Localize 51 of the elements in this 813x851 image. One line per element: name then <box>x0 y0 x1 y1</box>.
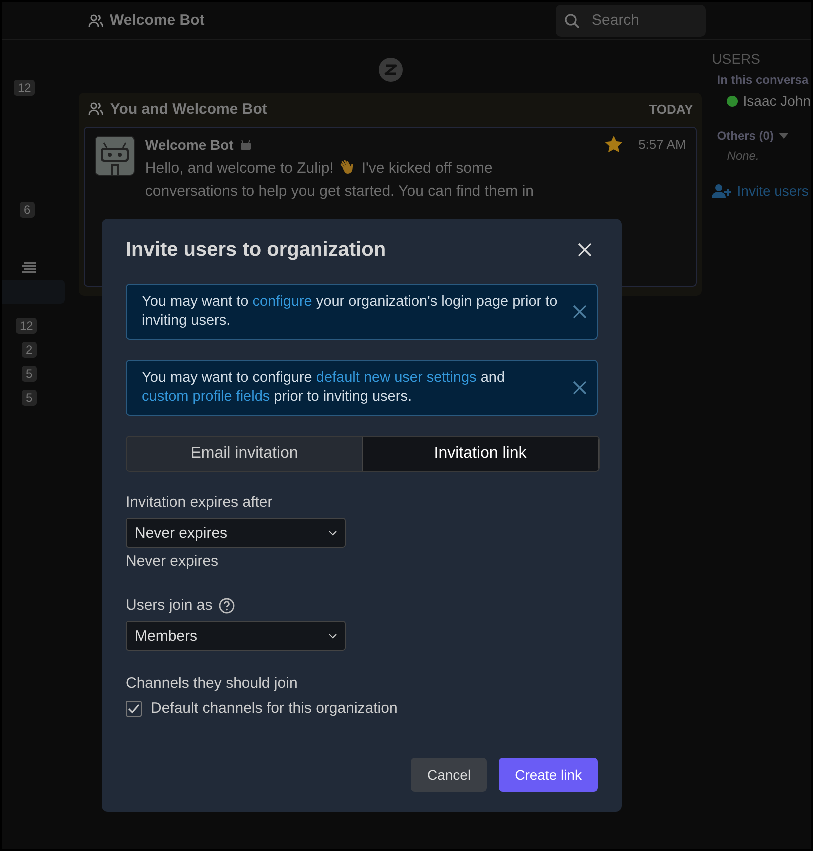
create-link-button[interactable]: Create link <box>499 758 598 792</box>
users-icon <box>88 101 104 117</box>
users-heading: USERS <box>712 51 761 67</box>
add-user-icon[interactable] <box>712 184 732 198</box>
unread-count: 6 <box>20 202 35 218</box>
banner-text: You may want to configure default new user settings and custom profile fields prior to inviting users. <box>142 369 506 407</box>
conversation-heading: You and Welcome Bot <box>110 100 268 118</box>
role-dropdown[interactable]: Members <box>126 621 346 651</box>
star-icon[interactable] <box>604 136 623 153</box>
chevron-icon <box>329 530 337 536</box>
dialog-title: Invite users to organization <box>126 238 386 262</box>
unread-count: 2 <box>22 342 37 358</box>
search-field[interactable]: Search <box>556 4 706 36</box>
field-label: Channels they should join <box>126 675 298 692</box>
sender-name[interactable]: Welcome Bot <box>145 136 234 152</box>
bot-icon <box>240 140 252 150</box>
conversation-title: Welcome Bot <box>110 12 205 29</box>
banner-text: You may want to configure your organization's login page prior to inviting users. <box>142 293 559 331</box>
help-icon[interactable] <box>218 598 235 614</box>
message-text: Hello, and welcome to Zulip! <box>145 160 334 176</box>
logo-icon <box>378 58 403 82</box>
caret-icon[interactable] <box>778 133 789 139</box>
cancel-button[interactable]: Cancel <box>411 758 488 792</box>
chevron-icon <box>329 634 337 638</box>
none-text: None. <box>727 149 760 163</box>
settings-link[interactable]: configure <box>252 294 312 310</box>
field-label: Users join as <box>126 597 213 614</box>
unread-count: 5 <box>22 390 37 406</box>
date-label: TODAY <box>649 102 694 116</box>
field-label: Invitation expires after <box>126 494 273 511</box>
robot-avatar-icon <box>95 136 136 176</box>
unread-count: 12 <box>14 80 36 96</box>
expiry-note: Never expires <box>126 553 219 570</box>
unread-count: 12 <box>16 318 38 334</box>
tab[interactable]: Email invitation <box>127 437 363 471</box>
section-heading: In this conversa <box>717 73 809 87</box>
settings-link[interactable]: custom profile fields <box>142 389 270 405</box>
message-text: conversations to help you get started. You can find them in <box>145 183 534 200</box>
message-text: I've kicked off some <box>362 160 493 176</box>
unread-count: 5 <box>22 366 37 382</box>
message-time: 5:57 AM <box>638 137 686 152</box>
settings-link[interactable]: default new user settings <box>316 370 477 386</box>
stack-icon <box>20 262 38 274</box>
search-icon <box>564 12 580 28</box>
checkbox-label[interactable]: Default channels for this organization <box>151 700 398 717</box>
user-name[interactable]: Isaac John <box>743 93 811 109</box>
others-heading[interactable]: Others (0) <box>717 129 774 143</box>
tab[interactable]: Invitation link <box>363 437 599 471</box>
users-icon <box>88 12 104 28</box>
expiry-dropdown[interactable]: Never expires <box>126 518 346 548</box>
checkbox[interactable] <box>126 700 142 716</box>
